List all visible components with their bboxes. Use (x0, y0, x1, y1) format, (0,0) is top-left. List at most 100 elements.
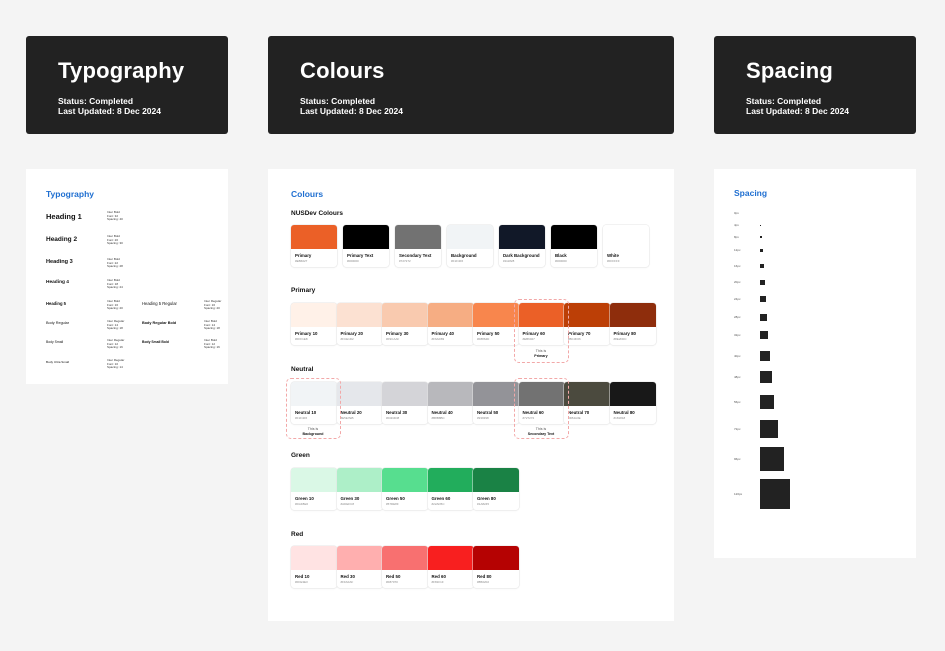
colour-swatch[interactable]: Primary 70 #BC3F06 (564, 303, 610, 345)
colour-chip (427, 468, 474, 492)
meta-line: Spacing: 30 (107, 241, 123, 246)
colour-swatch[interactable]: Background #F1F4F6 (447, 225, 493, 267)
type-style-meta: Inter Bold Font: 22 Spacing: 28 (107, 257, 123, 269)
header-card-typography[interactable]: Typography Status: Completed Last Update… (26, 36, 228, 134)
meta-line: Spacing: 14 (107, 365, 123, 370)
colour-swatch[interactable]: Neutral 40 #B8B8BC (427, 382, 474, 424)
type-style-alt-label: Body Small Bold (142, 340, 169, 344)
type-style-label: Heading 3 (46, 259, 73, 265)
header-card-spacing[interactable]: Spacing Status: Completed Last Updated: … (714, 36, 916, 134)
colour-hex: #000000 (555, 259, 567, 263)
header-card-colours[interactable]: Colours Status: Completed Last Updated: … (268, 36, 674, 134)
swatch-note: This is Background (290, 427, 336, 437)
spacing-box (760, 331, 768, 339)
colour-name: Neutral 50 (477, 410, 499, 415)
colour-name: Red 10 (295, 574, 310, 579)
colour-swatch[interactable]: Black #000000 (551, 225, 597, 267)
colour-swatch[interactable]: Green 10 #DAF8E6 (291, 468, 337, 510)
spacing-label: 16px (734, 264, 741, 268)
colour-swatch[interactable]: Neutral 80 #181818 (609, 382, 656, 424)
colour-swatch[interactable]: Neutral 20 #E5E7EB (336, 382, 383, 424)
typography-frame[interactable]: Typography Heading 1 Inter Bold Font: 32 Sp… (26, 169, 228, 384)
note-emphasis: Secondary Text (527, 432, 555, 436)
colour-swatch[interactable]: Neutral 70 #4B4A3E (564, 382, 610, 424)
spacing-box (760, 395, 774, 409)
colour-hex: #B8B8BC (431, 416, 445, 420)
colour-swatch[interactable]: Primary #EB6027 (291, 225, 337, 267)
colour-hex: #F8864D (477, 337, 490, 341)
spacing-label: 8px (734, 235, 739, 239)
header-meta: Status: Completed Last Updated: 8 Dec 20… (58, 96, 161, 116)
updated-text: Last Updated: 8 Dec 2024 (58, 106, 161, 116)
colour-hex: #BC3F06 (568, 337, 581, 341)
spacing-label: 20px (734, 280, 741, 284)
colour-swatch[interactable]: Primary 40 #F6AD83 (427, 303, 474, 345)
type-style-alt-label: Heading 5 Regular (142, 301, 177, 306)
colour-swatch[interactable]: Primary 50 #F8864D (473, 303, 519, 345)
colour-swatch[interactable]: Primary 20 #FCE1D2 (336, 303, 383, 345)
type-style-label: Body Ultra Small (46, 360, 70, 364)
type-style-label: Body Small (46, 340, 64, 344)
colour-swatch[interactable]: Green 50 #57DE8F (382, 468, 428, 510)
colour-name: Black (555, 253, 567, 258)
colour-swatch[interactable]: Red 50 #F87070 (382, 546, 428, 588)
colour-hex: #939398 (477, 416, 489, 420)
colour-swatch[interactable]: Red 30 #FFAFAF (336, 546, 383, 588)
colour-hex: #B50202 (477, 580, 490, 584)
spacing-label: 120px (734, 492, 743, 496)
colour-swatch[interactable]: Neutral 30 #D4D4D8 (382, 382, 428, 424)
colour-swatch[interactable]: Red 60 #F81F1F (427, 546, 474, 588)
colours-frame[interactable]: Colours NUSDev Colours Primary #EB6027 Prim… (268, 169, 674, 621)
colour-swatch[interactable]: Green 60 #22AD5C (427, 468, 474, 510)
colour-section-title: Red (291, 531, 304, 538)
colour-chip (382, 303, 428, 327)
colour-chip (473, 382, 519, 406)
colour-swatch[interactable]: Dark Background #111828 (499, 225, 545, 267)
spacing-box (760, 236, 762, 238)
colour-chip (291, 546, 337, 570)
colour-swatch[interactable]: Primary 30 #F9CAAF (382, 303, 428, 345)
colour-name: Red 30 (340, 574, 355, 579)
panel-title: Colours (291, 189, 324, 199)
type-style-meta: Inter Regular Font: 14 Spacing: 18 (107, 319, 124, 331)
colour-swatch[interactable]: Primary Text #000000 (343, 225, 389, 267)
note-emphasis: Background (302, 432, 324, 436)
colour-swatch[interactable]: Red 10 #FFE3E3 (291, 546, 337, 588)
colour-hex: #111828 (503, 259, 515, 263)
colour-swatch[interactable]: Primary 10 #FFF1E8 (291, 303, 337, 345)
colour-chip (291, 468, 337, 492)
colour-hex: #DAF8E6 (295, 502, 309, 506)
colour-swatch[interactable]: Secondary Text #727272 (395, 225, 441, 267)
colour-hex: #E5E7EB (340, 416, 354, 420)
type-style-meta: Inter Bold Font: 32 Spacing: 40 (107, 210, 123, 222)
colour-chip (382, 382, 428, 406)
colour-chip (382, 468, 428, 492)
swatch-note: This is Primary (518, 349, 564, 359)
colour-swatch[interactable]: White #FFFFFF (603, 225, 649, 267)
colour-hex: #FCE1D2 (340, 337, 354, 341)
spacing-label: 48px (734, 375, 741, 379)
colour-chip (609, 303, 656, 327)
colour-hex: #8E2D0C (613, 337, 627, 341)
updated-text: Last Updated: 8 Dec 2024 (746, 106, 849, 116)
colour-hex: #EB6027 (295, 259, 308, 263)
colour-swatch[interactable]: Neutral 50 #939398 (473, 382, 519, 424)
colour-swatch[interactable]: Primary 80 #8E2D0C (609, 303, 656, 345)
spacing-frame[interactable]: Spacing 0px 4px 8px 12px 16px 20px 24px 28px 32p… (714, 169, 916, 558)
colour-chip (551, 225, 597, 249)
header-meta: Status: Completed Last Updated: 8 Dec 20… (300, 96, 403, 116)
colour-chip (473, 303, 519, 327)
colour-swatch[interactable]: Green 30 #ADEFC8 (336, 468, 383, 510)
meta-line: Spacing: 24 (107, 285, 123, 290)
colour-name: Primary 80 (613, 331, 636, 336)
colour-section-title: Primary (291, 287, 316, 294)
colour-swatch[interactable]: Red 80 #B50202 (473, 546, 519, 588)
colour-chip (336, 546, 383, 570)
colour-chip (564, 303, 610, 327)
spacing-label: 28px (734, 315, 741, 319)
colour-name: Green 50 (386, 496, 405, 501)
meta-line: Spacing: 16 (204, 345, 220, 350)
colour-swatch[interactable]: Green 80 #1A8245 (473, 468, 519, 510)
colour-section-title: Green (291, 452, 310, 459)
type-style-alt-meta: Inter Regular Font: 16 Spacing: 20 (204, 299, 221, 311)
